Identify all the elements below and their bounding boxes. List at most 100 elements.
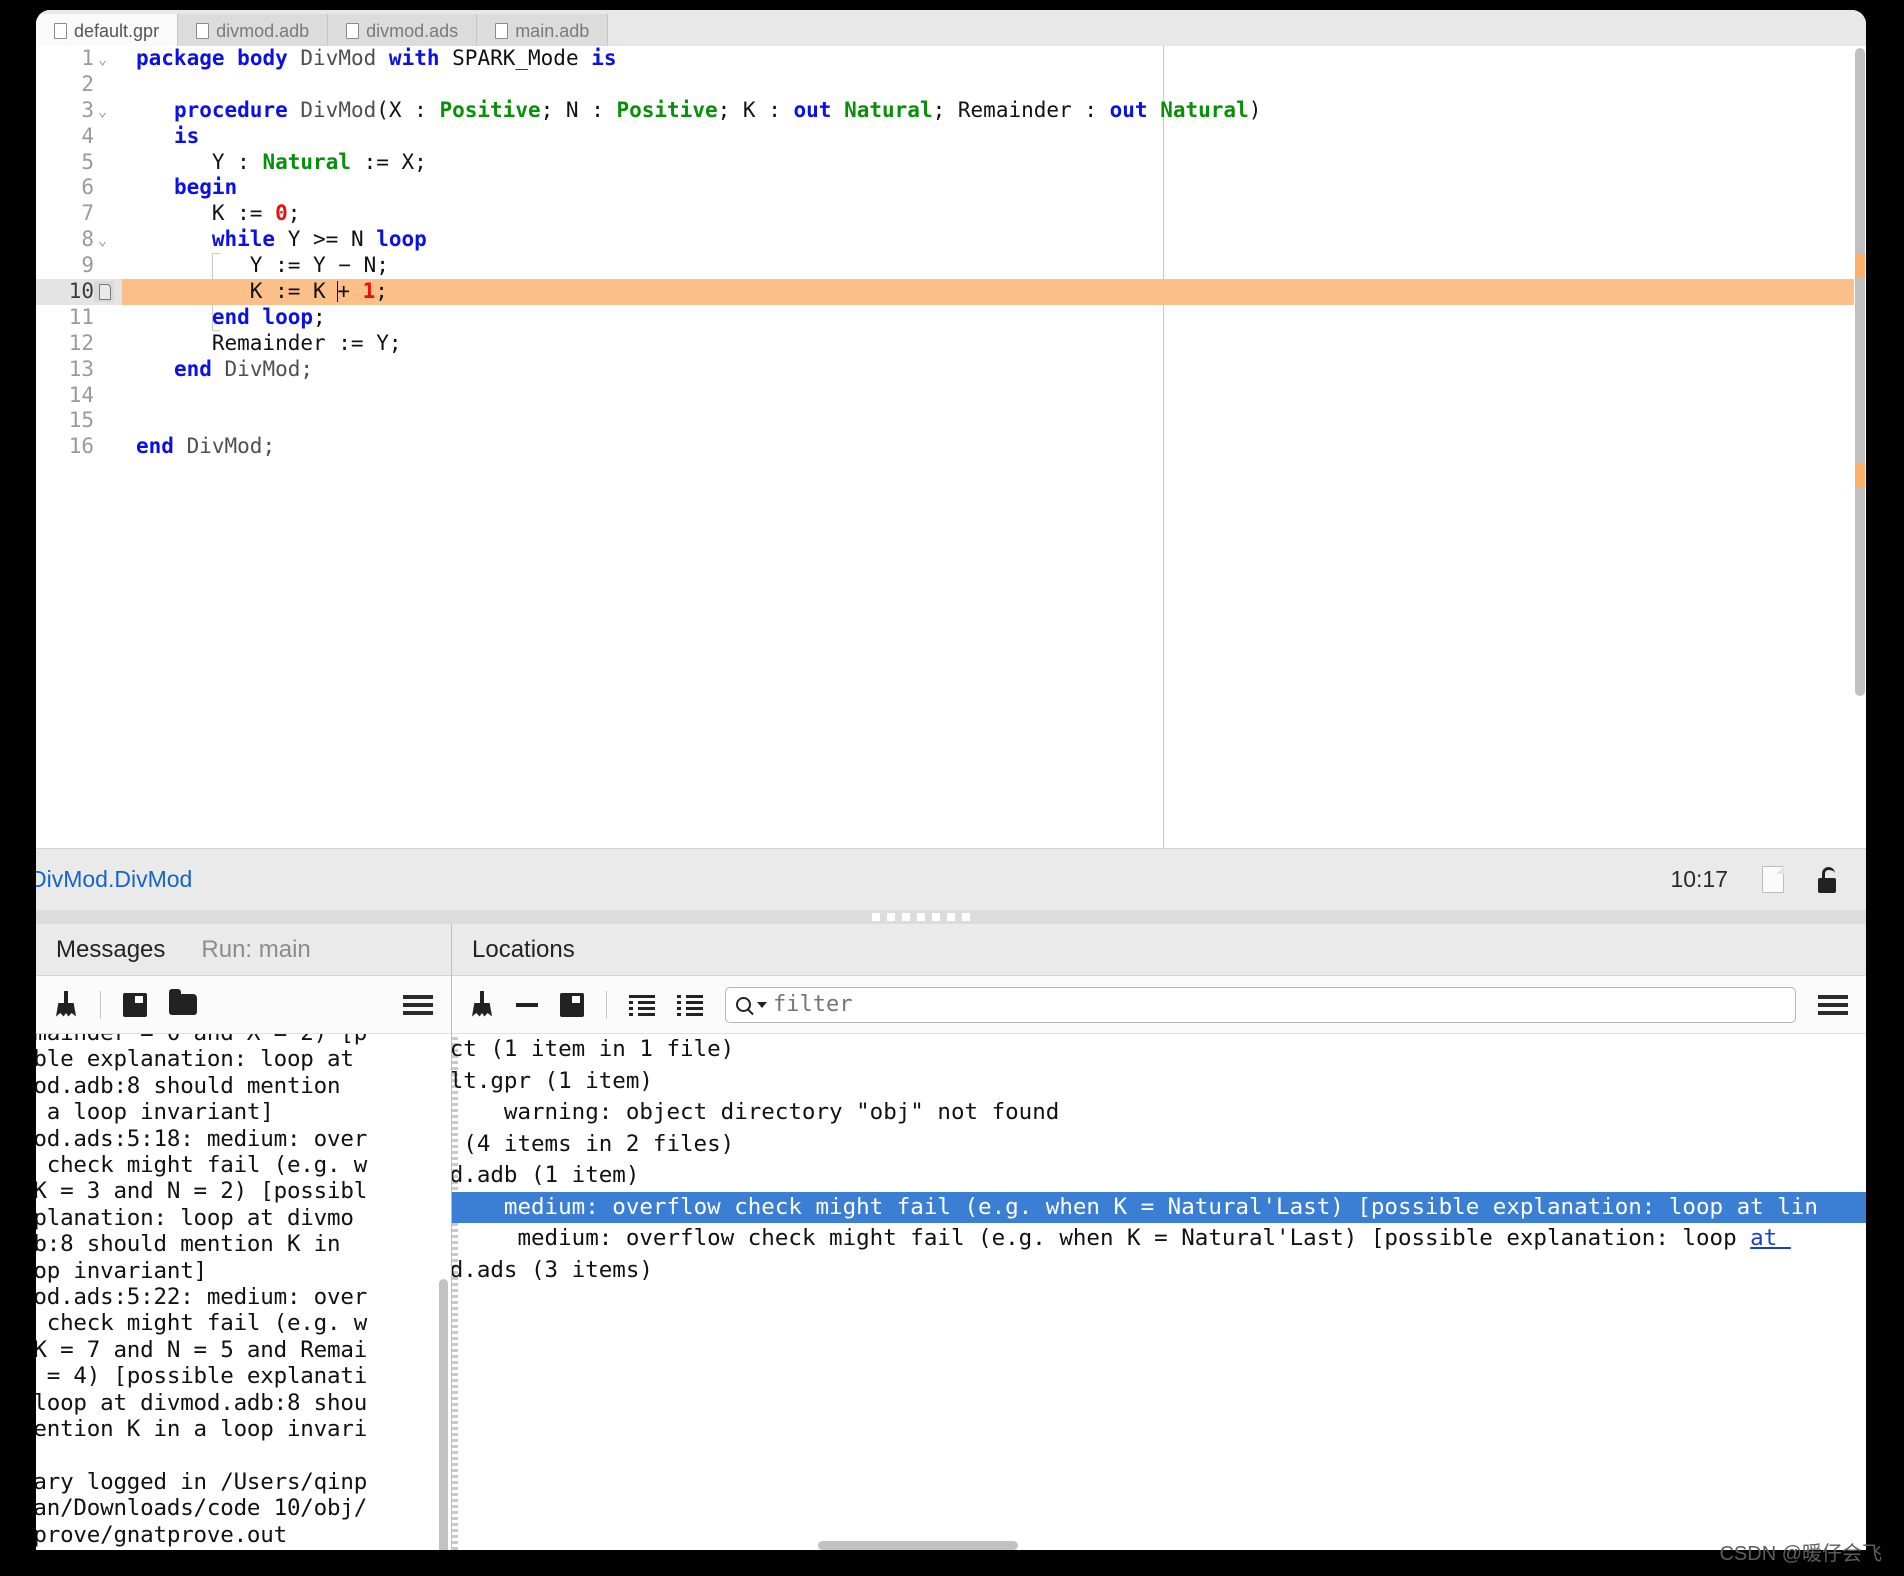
- code-line-1[interactable]: 1 ⌄ package body DivMod with SPARK_Mode …: [36, 46, 1866, 72]
- tab-label: divmod.ads: [366, 20, 459, 41]
- code-content: Remainder := Y;: [211, 330, 402, 355]
- line-number: 2: [81, 71, 94, 96]
- filter-input-wrapper[interactable]: [725, 986, 1796, 1023]
- tab-locations[interactable]: Locations: [472, 936, 575, 964]
- code-content: while Y >= N loop: [211, 227, 427, 252]
- code-line-12[interactable]: 12 Remainder := Y;: [36, 331, 1866, 357]
- line-number: 4: [81, 123, 94, 148]
- tab-divmod-adb[interactable]: divmod.adb: [178, 14, 329, 46]
- expand-list-icon[interactable]: [677, 994, 703, 1016]
- document-icon: [54, 23, 67, 39]
- line-number: 8: [81, 227, 94, 252]
- line-number: 15: [68, 408, 94, 433]
- line-number: 6: [81, 175, 94, 200]
- code-content: Y : Natural := X;: [211, 149, 427, 174]
- fold-toggle-icon[interactable]: ⌄: [98, 99, 114, 123]
- code-line-16[interactable]: 16 end DivMod;: [36, 434, 1866, 460]
- code-line-11[interactable]: 11 end loop;: [36, 305, 1866, 331]
- code-line-15[interactable]: 15: [36, 408, 1866, 434]
- filter-input[interactable]: [773, 992, 1785, 1017]
- code-line-6[interactable]: 6 begin: [36, 175, 1866, 201]
- app-root: default.gpr divmod.adb divmod.ads main.a…: [0, 0, 1904, 1576]
- line-number: 16: [68, 434, 94, 459]
- row-text: medium: overflow check might fail (e.g. …: [517, 1225, 1751, 1251]
- tab-run-main[interactable]: Run: main: [201, 936, 310, 964]
- tab-default-gpr[interactable]: default.gpr: [36, 14, 179, 46]
- save-icon[interactable]: [560, 992, 584, 1017]
- unlocked-lock-icon[interactable]: [1818, 866, 1836, 893]
- status-location[interactable]: DivMod.DivMod: [36, 866, 192, 893]
- tab-label: main.adb: [515, 20, 590, 41]
- locations-panel: Locations Project (1 item in 1: [452, 924, 1866, 1550]
- table-row[interactable]: divmod.adb (1 item): [452, 1160, 1866, 1192]
- scrollbar-marker-current: [1855, 254, 1865, 278]
- collapse-list-icon[interactable]: [629, 994, 655, 1016]
- messages-text: d Remainder = 0 and X = 2) [p ossible ex…: [36, 1034, 368, 1550]
- code-line-14[interactable]: 14: [36, 383, 1866, 409]
- scrollbar-thumb[interactable]: [1855, 48, 1865, 696]
- toolbar-separator: [606, 990, 607, 1019]
- tab-label: default.gpr: [74, 20, 160, 41]
- messages-scrollbar-thumb[interactable]: [439, 1279, 448, 1550]
- splitter-grip[interactable]: [872, 913, 970, 921]
- code-content: begin: [173, 175, 238, 200]
- document-icon: [346, 23, 360, 39]
- row-text: medium: overflow check might fail (e.g. …: [503, 1193, 1818, 1220]
- folder-icon[interactable]: [169, 989, 197, 1015]
- table-row[interactable]: Project (1 item in 1 file): [452, 1034, 1866, 1066]
- watermark: CSDN @暖仔会飞: [1719, 1543, 1882, 1565]
- table-row[interactable]: Prove (4 items in 2 files): [452, 1129, 1866, 1161]
- messages-output[interactable]: d Remainder = 0 and X = 2) [p ossible ex…: [36, 1034, 451, 1550]
- minus-icon[interactable]: [516, 1002, 538, 1007]
- editor-status-bar: DivMod.DivMod 10:17: [36, 848, 1866, 910]
- status-right-group: 10:17: [1670, 866, 1866, 893]
- code-content: end loop;: [211, 304, 326, 329]
- hamburger-icon[interactable]: [1818, 994, 1848, 1015]
- table-row[interactable]: 3:24 warning: object directory "obj" not…: [452, 1097, 1866, 1129]
- search-icon: [736, 997, 751, 1012]
- chevron-down-icon[interactable]: [757, 1001, 767, 1008]
- code-line-10[interactable]: 10 K := K + 1;: [36, 279, 1866, 305]
- code-line-7[interactable]: 7 K := 0;: [36, 201, 1866, 227]
- row-text: default.gpr (1 item): [452, 1067, 653, 1094]
- row-text: divmod.adb (1 item): [452, 1162, 640, 1188]
- table-row-selected[interactable]: 10:17 medium: overflow check might fail …: [452, 1191, 1866, 1223]
- code-line-9[interactable]: 9 Y := Y − N;: [36, 253, 1866, 279]
- code-line-13[interactable]: 13 end DivMod;: [36, 357, 1866, 383]
- broom-icon[interactable]: [54, 990, 78, 1019]
- save-icon[interactable]: [123, 992, 147, 1017]
- editor-vertical-scrollbar[interactable]: [1854, 46, 1866, 848]
- row-text: warning: object directory "obj" not foun…: [503, 1099, 1060, 1125]
- row-text: Project (1 item in 1 file): [452, 1036, 735, 1062]
- panel-splitter[interactable]: [36, 910, 1866, 924]
- code-line-3[interactable]: 3 ⌄ procedure DivMod(X : Positive; N : P…: [36, 98, 1866, 124]
- locations-tree[interactable]: Project (1 item in 1 file) default.gpr (…: [452, 1034, 1866, 1550]
- fold-toggle-icon[interactable]: ⌄: [98, 47, 114, 71]
- line-number: 11: [68, 304, 94, 329]
- line-number: 7: [81, 201, 94, 226]
- table-row[interactable]: medium: overflow check might fail (e.g. …: [452, 1223, 1866, 1255]
- code-editor[interactable]: 1 ⌄ package body DivMod with SPARK_Mode …: [36, 46, 1866, 848]
- line-annotation-icon[interactable]: [94, 281, 114, 303]
- table-row[interactable]: divmod.ads (3 items): [452, 1255, 1866, 1287]
- locations-horizontal-scrollbar[interactable]: [818, 1541, 1018, 1550]
- code-line-5[interactable]: 5 Y : Natural := X;: [36, 150, 1866, 176]
- page-icon[interactable]: [1762, 866, 1784, 893]
- tab-divmod-ads[interactable]: divmod.ads: [328, 14, 478, 46]
- code-line-2[interactable]: 2: [36, 72, 1866, 98]
- code-line-8[interactable]: 8 ⌄ while Y >= N loop: [36, 227, 1866, 253]
- fold-toggle-icon[interactable]: ⌄: [98, 228, 114, 252]
- broom-icon[interactable]: [470, 990, 494, 1019]
- tab-main-adb[interactable]: main.adb: [477, 14, 609, 46]
- locations-toolbar: [452, 976, 1866, 1034]
- table-row[interactable]: default.gpr (1 item): [452, 1066, 1866, 1098]
- tab-messages[interactable]: Messages: [56, 936, 165, 964]
- row-link[interactable]: at: [1750, 1225, 1791, 1251]
- line-number: 10: [68, 279, 94, 304]
- code-line-4[interactable]: 4 is: [36, 124, 1866, 150]
- locations-rows: Project (1 item in 1 file) default.gpr (…: [452, 1034, 1866, 1286]
- line-number: 9: [81, 253, 94, 278]
- hamburger-icon[interactable]: [403, 994, 433, 1015]
- toolbar-separator: [100, 990, 101, 1019]
- row-text: Prove (4 items in 2 files): [463, 1130, 735, 1157]
